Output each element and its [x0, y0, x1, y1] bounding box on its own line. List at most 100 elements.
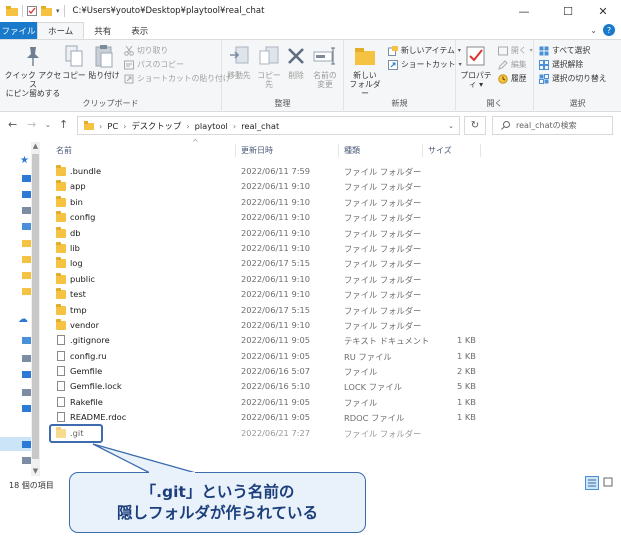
copy-to-button[interactable]: コピー先: [254, 43, 284, 90]
new-folder-button[interactable]: 新しい フォルダー: [348, 43, 382, 99]
new-folder-icon: [355, 48, 375, 65]
new-item-icon: [388, 45, 398, 56]
breadcrumb-real-chat[interactable]: real_chat: [241, 121, 279, 131]
maximize-button[interactable]: ☐: [548, 0, 588, 22]
rename-button[interactable]: 名前の 変更: [310, 43, 340, 90]
refresh-button[interactable]: ↻: [464, 116, 486, 135]
copy-path-button[interactable]: パスのコピー: [124, 59, 184, 70]
tab-home[interactable]: ホーム: [37, 22, 85, 39]
file-row[interactable]: bin 2022/06/11 9:10 ファイル フォルダー: [50, 195, 610, 210]
file-row[interactable]: test 2022/06/11 9:10 ファイル フォルダー: [50, 287, 610, 302]
cut-button[interactable]: 切り取り: [124, 45, 168, 56]
tab-share[interactable]: 共有: [84, 22, 121, 39]
edit-button[interactable]: 編集: [498, 59, 527, 70]
file-name: config: [70, 212, 96, 223]
column-size[interactable]: サイズ: [428, 145, 452, 156]
easy-access-button[interactable]: ショートカット ▾: [388, 59, 462, 70]
qat-dropdown-icon[interactable]: ▾: [56, 7, 60, 15]
file-row[interactable]: public 2022/06/11 9:10 ファイル フォルダー: [50, 272, 610, 287]
paste-button[interactable]: 貼り付け: [88, 43, 120, 81]
desktop-nav-icon[interactable]: [22, 175, 31, 182]
file-date: 2022/06/16 5:07: [241, 366, 311, 377]
file-type: LOCK ファイル: [344, 382, 402, 393]
folder-nav-icon-1[interactable]: [22, 240, 31, 247]
scrollbar-thumb[interactable]: [32, 154, 39, 459]
file-row[interactable]: Gemfile.lock 2022/06/16 5:10 LOCK ファイル 5 KB: [50, 379, 610, 394]
file-row[interactable]: Rakefile 2022/06/11 9:05 ファイル 1 KB: [50, 395, 610, 410]
nav-scrollbar[interactable]: ▲ ▼: [31, 142, 40, 476]
minimize-button[interactable]: —: [504, 0, 544, 22]
file-date: 2022/06/17 5:15: [241, 258, 311, 269]
objects-nav-icon[interactable]: [22, 355, 31, 362]
file-row[interactable]: lib 2022/06/11 9:10 ファイル フォルダー: [50, 241, 610, 256]
file-date: 2022/06/11 9:10: [241, 289, 311, 300]
history-button[interactable]: 履歴: [498, 73, 527, 84]
file-row[interactable]: .bundle 2022/06/11 7:59 ファイル フォルダー: [50, 164, 610, 179]
help-icon[interactable]: ?: [603, 24, 615, 36]
scroll-up-icon[interactable]: ▲: [31, 142, 40, 151]
onedrive-cloud-icon[interactable]: ☁: [18, 314, 28, 325]
copy-button[interactable]: コピー: [62, 43, 86, 81]
breadcrumb-desktop[interactable]: デスクトップ: [131, 120, 181, 132]
move-to-button[interactable]: 移動先: [224, 43, 254, 81]
folder-icon: [56, 211, 66, 223]
search-box[interactable]: real_chatの検索: [492, 116, 613, 135]
quick-access-star-icon[interactable]: ★: [20, 155, 29, 166]
large-icons-view-button[interactable]: [602, 476, 616, 490]
forward-arrow-icon[interactable]: →: [27, 118, 36, 131]
delete-button[interactable]: 削除: [285, 43, 307, 81]
select-all-button[interactable]: すべて選択: [539, 45, 590, 56]
folder-nav-icon-3[interactable]: [22, 272, 31, 279]
downloads-pc-nav-icon[interactable]: [22, 405, 31, 412]
file-row[interactable]: db 2022/06/11 9:10 ファイル フォルダー: [50, 226, 610, 241]
ribbon-expand-icon[interactable]: ⌄: [590, 22, 603, 39]
new-item-button[interactable]: 新しいアイテム ▾: [388, 45, 461, 56]
column-type[interactable]: 種類: [344, 145, 360, 156]
breadcrumb-pc[interactable]: PC: [107, 121, 118, 131]
paste-shortcut-button[interactable]: ショートカットの貼り付け: [124, 73, 231, 84]
open-button[interactable]: 開く ▾: [498, 45, 533, 56]
up-arrow-icon[interactable]: ↑: [59, 118, 68, 131]
recent-locations-icon[interactable]: ⌄: [45, 121, 51, 129]
docs-pc-nav-icon[interactable]: [22, 389, 31, 396]
documents-nav-icon[interactable]: [22, 207, 31, 214]
address-bar[interactable]: › PC › デスクトップ › playtool › real_chat ⌄: [77, 116, 460, 135]
select-none-button[interactable]: 選択解除: [539, 59, 583, 70]
file-row[interactable]: app 2022/06/11 9:10 ファイル フォルダー: [50, 179, 610, 194]
details-view-button[interactable]: [585, 476, 599, 490]
file-row[interactable]: config.ru 2022/06/11 9:05 RU ファイル 1 KB: [50, 349, 610, 364]
file-row[interactable]: README.rdoc 2022/06/11 9:05 RDOC ファイル 1 KB: [50, 410, 610, 425]
file-row[interactable]: vendor 2022/06/11 9:10 ファイル フォルダー: [50, 318, 610, 333]
file-size: 1 KB: [456, 350, 476, 361]
desktop-pc-nav-icon[interactable]: [22, 371, 31, 378]
scroll-down-icon[interactable]: ▼: [31, 467, 40, 476]
address-dropdown-icon[interactable]: ⌄: [448, 122, 454, 130]
close-button[interactable]: ✕: [583, 0, 621, 22]
search-icon: [501, 121, 510, 130]
folder-nav-icon-2[interactable]: [22, 256, 31, 263]
breadcrumb-playtool[interactable]: playtool: [195, 121, 228, 131]
tab-file[interactable]: ファイル: [0, 22, 37, 39]
file-row[interactable]: config 2022/06/11 9:10 ファイル フォルダー: [50, 210, 610, 225]
file-row[interactable]: .git 2022/06/21 7:27 ファイル フォルダー: [50, 426, 610, 441]
back-arrow-icon[interactable]: ←: [8, 118, 17, 131]
pictures-nav-icon[interactable]: [22, 223, 31, 230]
tab-view[interactable]: 表示: [121, 22, 158, 39]
downloads-nav-icon[interactable]: [22, 191, 31, 198]
pc-nav-icon[interactable]: [22, 337, 31, 344]
file-row[interactable]: log 2022/06/17 5:15 ファイル フォルダー: [50, 256, 610, 271]
file-row[interactable]: tmp 2022/06/17 5:15 ファイル フォルダー: [50, 303, 610, 318]
properties-button[interactable]: プロパティ ▾: [458, 43, 494, 90]
drive-nav-icon[interactable]: [22, 457, 31, 464]
column-date[interactable]: 更新日時: [241, 145, 273, 156]
invert-selection-button[interactable]: 選択の切り替え: [539, 73, 607, 84]
properties-qat-icon[interactable]: [27, 6, 37, 16]
pin-quick-access-button[interactable]: クイック アクセス にピン留めする: [4, 43, 62, 99]
folder-nav-icon-4[interactable]: [22, 288, 31, 295]
file-row[interactable]: Gemfile 2022/06/16 5:07 ファイル 2 KB: [50, 364, 610, 379]
file-date: 2022/06/11 9:10: [241, 273, 311, 284]
callout-line-2: 隠しフォルダが作られている: [116, 503, 319, 522]
column-name[interactable]: 名前: [56, 145, 72, 156]
new-folder-qat-icon[interactable]: [41, 6, 52, 16]
file-row[interactable]: .gitignore 2022/06/11 9:05 テキスト ドキュメント 1 KB: [50, 333, 610, 348]
